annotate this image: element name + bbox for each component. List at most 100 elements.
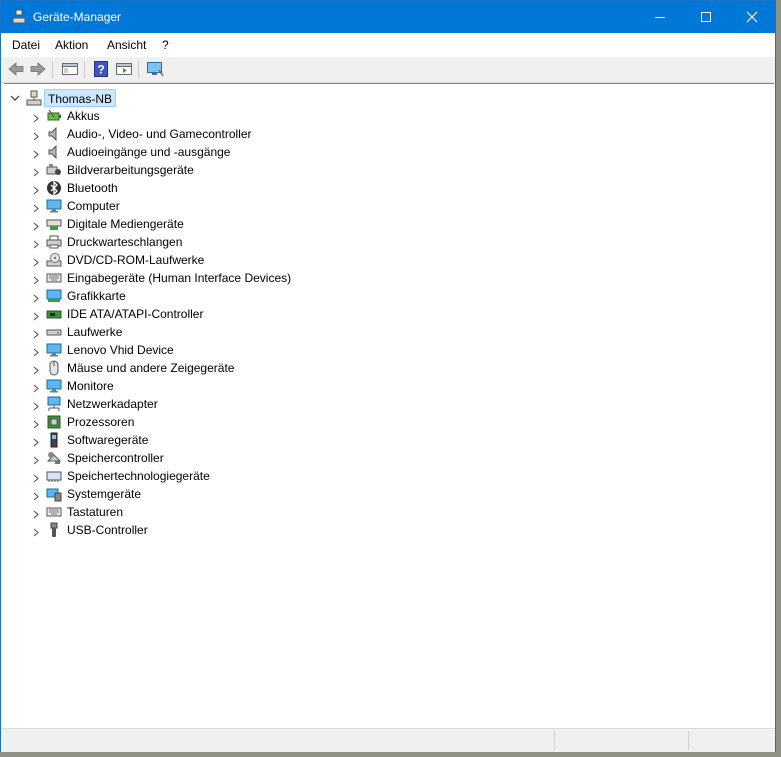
tree-item-label: Digitale Mediengeräte xyxy=(67,217,184,231)
tree-item[interactable]: Bluetooth xyxy=(4,179,404,197)
tree-item-label: Akkus xyxy=(67,109,100,123)
menu-view[interactable]: Ansicht xyxy=(107,38,146,52)
media-device-icon xyxy=(46,216,62,232)
chevron-right-icon[interactable] xyxy=(32,364,40,378)
title-bar[interactable]: Geräte-Manager xyxy=(1,1,775,33)
printer-icon xyxy=(46,234,62,250)
toolbar-separator xyxy=(52,61,53,78)
tree-item[interactable]: Akkus xyxy=(4,107,404,125)
chevron-right-icon[interactable] xyxy=(32,382,40,396)
tree-item[interactable]: Softwaregeräte xyxy=(4,431,404,449)
chevron-right-icon[interactable] xyxy=(32,472,40,486)
chevron-right-icon[interactable] xyxy=(32,256,40,270)
tree-item[interactable]: Lenovo Vhid Device xyxy=(4,341,404,359)
tree-item[interactable]: Laufwerke xyxy=(4,323,404,341)
chevron-right-icon[interactable] xyxy=(32,274,40,288)
tree-item-label: Softwaregeräte xyxy=(67,433,149,447)
display-adapter-icon xyxy=(46,288,62,304)
tree-item[interactable]: Systemgeräte xyxy=(4,485,404,503)
chevron-right-icon[interactable] xyxy=(32,508,40,522)
chevron-right-icon[interactable] xyxy=(32,148,40,162)
maximize-button[interactable] xyxy=(683,1,729,33)
system-device-icon xyxy=(46,486,62,502)
drive-icon xyxy=(46,324,62,340)
scan-hardware-icon[interactable] xyxy=(146,61,164,77)
chevron-right-icon[interactable] xyxy=(32,328,40,342)
menu-bar: Datei Aktion Ansicht ? xyxy=(1,33,775,58)
tree-item-label: Prozessoren xyxy=(67,415,135,429)
status-bar xyxy=(1,728,775,752)
tree-item[interactable]: Speichertechnologiegeräte xyxy=(4,467,404,485)
chevron-right-icon[interactable] xyxy=(32,184,40,198)
chevron-right-icon[interactable] xyxy=(32,490,40,504)
tree-item[interactable]: Monitore xyxy=(4,377,404,395)
tree-item[interactable]: Prozessoren xyxy=(4,413,404,431)
mouse-icon xyxy=(46,360,62,376)
close-button[interactable] xyxy=(729,1,775,33)
tree-item[interactable]: Computer xyxy=(4,197,404,215)
tree-item-label: Audio-, Video- und Gamecontroller xyxy=(67,127,252,141)
device-manager-app-icon xyxy=(11,9,27,25)
chevron-right-icon[interactable] xyxy=(32,202,40,216)
chevron-right-icon[interactable] xyxy=(32,220,40,234)
help-icon[interactable]: ? xyxy=(92,61,110,77)
monitor-icon xyxy=(46,342,62,358)
tree-item[interactable]: USB-Controller xyxy=(4,521,404,539)
properties-view-icon[interactable] xyxy=(61,61,79,77)
tree-item-label: Mäuse und andere Zeigegeräte xyxy=(67,361,235,375)
menu-help[interactable]: ? xyxy=(162,38,169,52)
tree-item[interactable]: Speichercontroller xyxy=(4,449,404,467)
tree-item[interactable]: Tastaturen xyxy=(4,503,404,521)
tree-item-label: Druckwarteschlangen xyxy=(67,235,183,249)
tree-item[interactable]: Audioeingänge und -ausgänge xyxy=(4,143,404,161)
tree-item-label: Grafikkarte xyxy=(67,289,126,303)
tree-item-label: Audioeingänge und -ausgänge xyxy=(67,145,231,159)
window-title: Geräte-Manager xyxy=(33,10,122,24)
tree-item[interactable]: Bildverarbeitungsgeräte xyxy=(4,161,404,179)
tree-item-label: IDE ATA/ATAPI-Controller xyxy=(67,307,204,321)
tree-item[interactable]: Eingabegeräte (Human Interface Devices) xyxy=(4,269,404,287)
show-hide-tree-icon[interactable] xyxy=(115,61,133,77)
tree-item[interactable]: Druckwarteschlangen xyxy=(4,233,404,251)
tree-item[interactable]: Netzwerkadapter xyxy=(4,395,404,413)
menu-action[interactable]: Aktion xyxy=(55,38,88,52)
toolbar-separator xyxy=(138,61,139,78)
keyboard-icon xyxy=(46,504,62,520)
tree-item[interactable]: Audio-, Video- und Gamecontroller xyxy=(4,125,404,143)
tree-item-label: Systemgeräte xyxy=(67,487,142,501)
status-separator xyxy=(554,731,555,750)
tree-item-label: Bluetooth xyxy=(67,181,118,195)
chevron-right-icon[interactable] xyxy=(32,112,40,126)
tree-item[interactable]: Mäuse und andere Zeigegeräte xyxy=(4,359,404,377)
minimize-button[interactable] xyxy=(637,1,683,33)
tree-item[interactable]: IDE ATA/ATAPI-Controller xyxy=(4,305,404,323)
chevron-down-icon[interactable] xyxy=(10,92,20,106)
forward-icon[interactable] xyxy=(29,61,47,77)
chevron-right-icon[interactable] xyxy=(32,238,40,252)
device-tree[interactable]: Thomas-NB Akkus Audio-, Video- und Gameco… xyxy=(4,83,774,726)
chevron-right-icon[interactable] xyxy=(32,130,40,144)
chevron-right-icon[interactable] xyxy=(32,166,40,180)
chevron-right-icon[interactable] xyxy=(32,418,40,432)
chevron-right-icon[interactable] xyxy=(32,346,40,360)
tree-item[interactable]: DVD/CD-ROM-Laufwerke xyxy=(4,251,404,269)
speaker-icon xyxy=(46,144,62,160)
toolbar: ? xyxy=(1,57,775,83)
chevron-right-icon[interactable] xyxy=(32,292,40,306)
tree-item-label: Bildverarbeitungsgeräte xyxy=(67,163,194,177)
chevron-right-icon[interactable] xyxy=(32,526,40,540)
toolbar-separator xyxy=(84,61,85,78)
tree-item-label: Speichercontroller xyxy=(67,451,164,465)
menu-file[interactable]: Datei xyxy=(12,38,40,52)
tree-item[interactable]: Digitale Mediengeräte xyxy=(4,215,404,233)
status-separator xyxy=(688,731,689,750)
chevron-right-icon[interactable] xyxy=(32,436,40,450)
chevron-right-icon[interactable] xyxy=(32,310,40,324)
tree-item[interactable]: Grafikkarte xyxy=(4,287,404,305)
tree-item-label: USB-Controller xyxy=(67,523,148,537)
chevron-right-icon[interactable] xyxy=(32,454,40,468)
tree-root-item[interactable]: Thomas-NB xyxy=(4,89,304,107)
back-icon[interactable] xyxy=(7,61,25,77)
tree-root-label: Thomas-NB xyxy=(44,89,117,107)
chevron-right-icon[interactable] xyxy=(32,400,40,414)
